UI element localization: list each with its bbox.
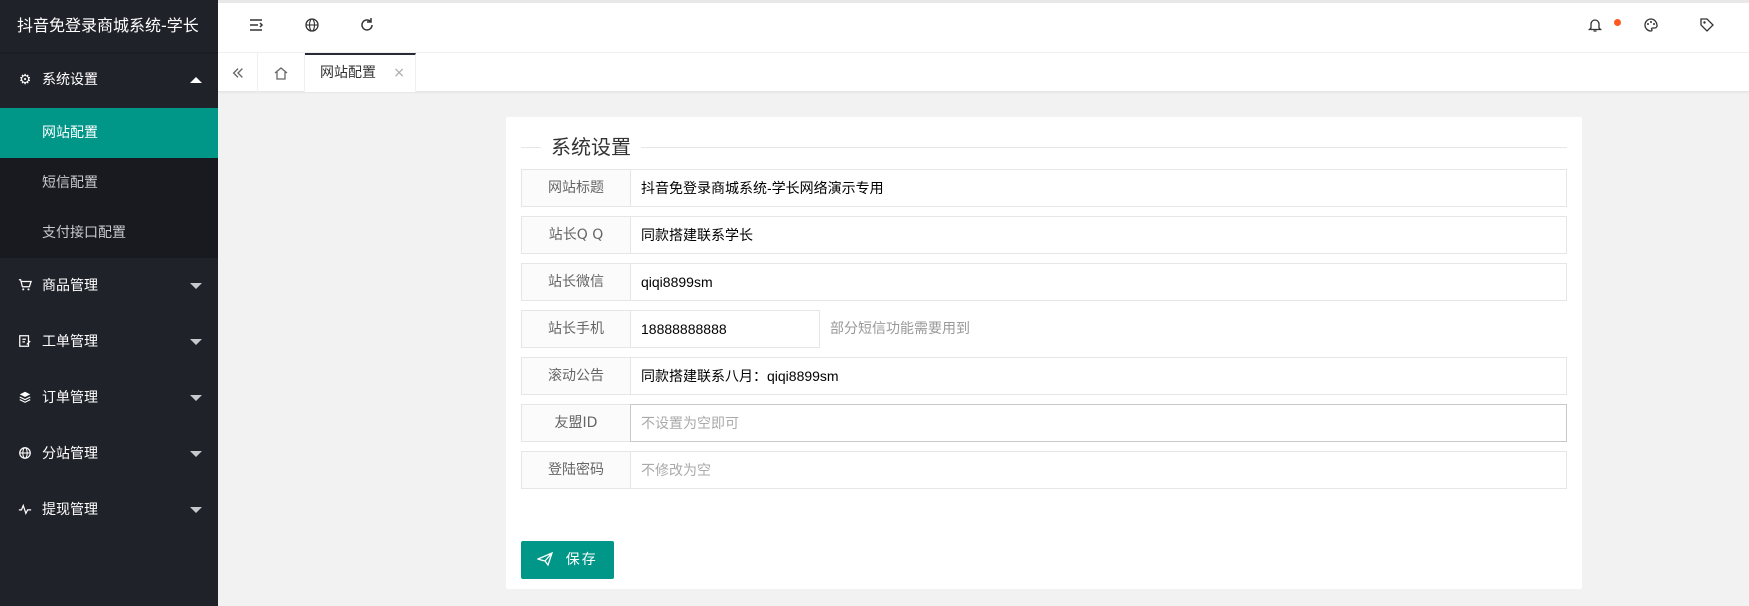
- app-title: 抖音免登录商城系统-学长: [0, 0, 218, 52]
- field-label: 网站标题: [521, 169, 631, 207]
- top-header: [218, 0, 1749, 52]
- form-row-wechat: 站长微信 qiqi8899sm: [521, 263, 1567, 301]
- fieldset-legend: 系统设置: [521, 127, 1567, 159]
- form-title: 系统设置: [541, 135, 641, 159]
- pulse-icon: [17, 482, 33, 538]
- sidebar-item-system-settings[interactable]: ⚙ 系统设置: [0, 52, 218, 108]
- chevron-down-icon: [190, 283, 202, 289]
- sidebar-item-label: 提现管理: [42, 502, 98, 518]
- sidebar: 抖音免登录商城系统-学长 ⚙ 系统设置 网站配置 短信配置 支付接口配置 商品管…: [0, 0, 218, 606]
- site-title-input[interactable]: 抖音免登录商城系统-学长网络演示专用: [630, 169, 1567, 207]
- sidebar-item-tickets[interactable]: 工单管理: [0, 314, 218, 370]
- globe-icon[interactable]: [302, 17, 322, 37]
- chevron-down-icon: [190, 339, 202, 345]
- bell-icon[interactable]: [1585, 17, 1605, 37]
- field-label: 友盟ID: [521, 404, 631, 442]
- announcement-input[interactable]: 同款搭建联系八月：qiqi8899sm: [630, 357, 1567, 395]
- sidebar-subitem-payment-config[interactable]: 支付接口配置: [0, 208, 218, 258]
- close-icon[interactable]: ×: [393, 55, 405, 91]
- sidebar-item-label: 工单管理: [42, 334, 98, 350]
- form-row-announcement: 滚动公告 同款搭建联系八月：qiqi8899sm: [521, 357, 1567, 395]
- qq-input[interactable]: 同款搭建联系学长: [630, 216, 1567, 254]
- menu-fold-icon[interactable]: [246, 17, 266, 37]
- layers-icon: [17, 370, 33, 426]
- refresh-icon[interactable]: [357, 17, 377, 37]
- tab-label: 网站配置: [320, 65, 376, 81]
- field-label: 站长微信: [521, 263, 631, 301]
- form-row-phone: 站长手机 18888888888 部分短信功能需要用到: [521, 310, 1567, 348]
- globe-icon: [17, 426, 33, 482]
- field-label: 登陆密码: [521, 451, 631, 489]
- phone-help-text: 部分短信功能需要用到: [830, 321, 970, 337]
- sidebar-item-withdrawals[interactable]: 提现管理: [0, 482, 218, 538]
- legend-divider: [521, 147, 1567, 148]
- form-row-umeng-id: 友盟ID 不设置为空即可: [521, 404, 1567, 442]
- chevron-up-icon: [190, 77, 202, 83]
- sidebar-item-label: 商品管理: [42, 278, 98, 294]
- send-icon: [536, 551, 559, 568]
- save-button[interactable]: 保存: [521, 541, 614, 579]
- save-label: 保存: [565, 552, 598, 568]
- form-row-site-title: 网站标题 抖音免登录商城系统-学长网络演示专用: [521, 169, 1567, 207]
- field-label: 滚动公告: [521, 357, 631, 395]
- notification-dot: [1614, 19, 1621, 26]
- field-label: 站长手机: [521, 310, 631, 348]
- sidebar-item-products[interactable]: 商品管理: [0, 258, 218, 314]
- sidebar-item-substations[interactable]: 分站管理: [0, 426, 218, 482]
- tabs-scroll-left-icon[interactable]: [218, 53, 258, 92]
- sidebar-item-label: 分站管理: [42, 446, 98, 462]
- tab-site-config[interactable]: 网站配置 ×: [305, 53, 416, 92]
- wechat-input[interactable]: qiqi8899sm: [630, 263, 1567, 301]
- chevron-down-icon: [190, 451, 202, 457]
- ticket-icon: [17, 314, 33, 370]
- home-icon[interactable]: [258, 53, 305, 92]
- form-row-qq: 站长Q Q 同款搭建联系学长: [521, 216, 1567, 254]
- sidebar-subitem-sms-config[interactable]: 短信配置: [0, 158, 218, 208]
- sidebar-item-label: 系统设置: [42, 72, 98, 88]
- chevron-down-icon: [190, 395, 202, 401]
- settings-card: 系统设置 网站标题 抖音免登录商城系统-学长网络演示专用 站长Q Q 同款搭建联…: [506, 117, 1582, 589]
- gear-icon: ⚙: [18, 72, 32, 88]
- field-label: 站长Q Q: [521, 216, 631, 254]
- sidebar-item-label: 订单管理: [42, 390, 98, 406]
- tag-icon[interactable]: [1697, 17, 1717, 37]
- sidebar-subnav: 网站配置 短信配置 支付接口配置: [0, 108, 218, 258]
- palette-icon[interactable]: [1641, 17, 1661, 37]
- chevron-down-icon: [190, 507, 202, 513]
- password-input[interactable]: 不修改为空: [630, 451, 1567, 489]
- tabs-bar: 网站配置 ×: [218, 52, 1749, 92]
- form-row-password: 登陆密码 不修改为空: [521, 451, 1567, 489]
- phone-input[interactable]: 18888888888: [630, 310, 820, 348]
- cart-icon: [17, 258, 33, 314]
- umeng-id-input[interactable]: 不设置为空即可: [630, 404, 1567, 442]
- sidebar-item-orders[interactable]: 订单管理: [0, 370, 218, 426]
- sidebar-subitem-site-config[interactable]: 网站配置: [0, 108, 218, 158]
